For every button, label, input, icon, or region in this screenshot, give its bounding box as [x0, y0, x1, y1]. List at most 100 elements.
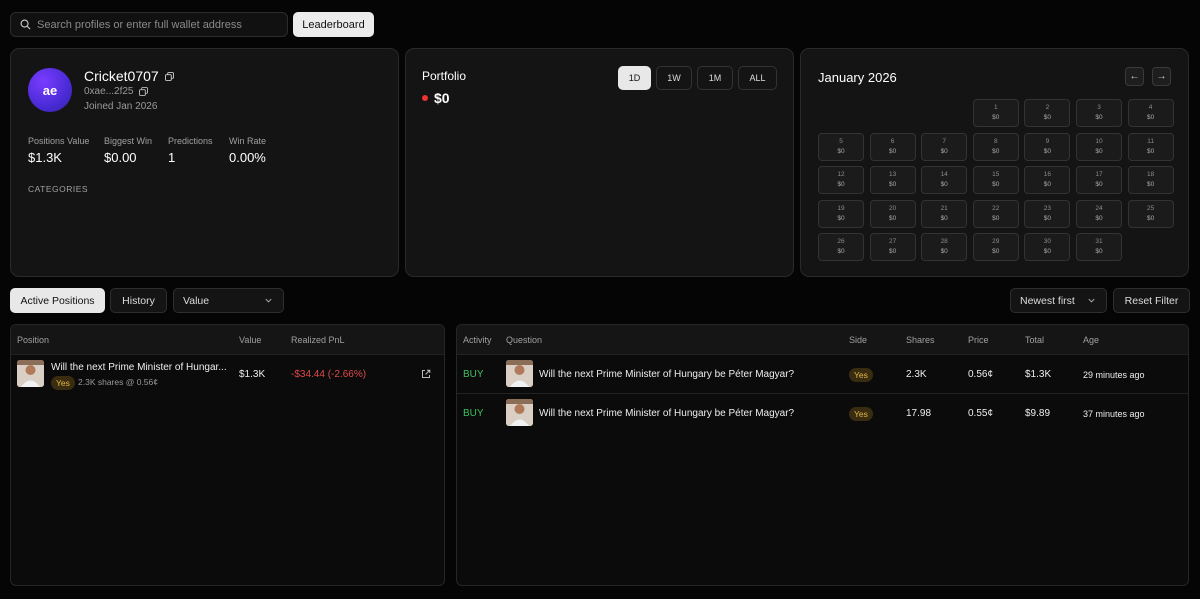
- portfolio-value: $0: [422, 90, 450, 106]
- copy-address-icon[interactable]: [139, 87, 149, 96]
- timeframe-1w[interactable]: 1W: [656, 66, 692, 90]
- stat-win-rate: Win Rate 0.00%: [229, 136, 266, 165]
- tab-history[interactable]: History: [110, 288, 167, 313]
- calendar-day[interactable]: 15 $0: [972, 166, 1019, 194]
- activity-question[interactable]: Will the next Prime Minister of Hungary …: [539, 369, 794, 380]
- calendar-day-value: $0: [837, 147, 845, 155]
- leaderboard-button[interactable]: Leaderboard: [293, 12, 374, 37]
- calendar-day-number: 18: [1146, 171, 1155, 178]
- calendar-day[interactable]: 9 $0: [1024, 132, 1071, 161]
- external-link-icon[interactable]: [421, 369, 431, 379]
- calendar-day[interactable]: 16 $0: [1024, 166, 1071, 194]
- calendar-day[interactable]: 25 $0: [1127, 199, 1174, 228]
- chevron-down-icon: [265, 298, 272, 303]
- column-header: Age: [1083, 335, 1100, 345]
- positions-table: Position Value Realized PnL Will the nex…: [10, 324, 445, 586]
- calendar-day-number: 5: [839, 137, 843, 145]
- search-bar[interactable]: [10, 12, 288, 37]
- calendar-day[interactable]: 1 $0: [972, 99, 1019, 127]
- calendar-day[interactable]: 31 $0: [1076, 233, 1122, 261]
- calendar-day[interactable]: 24 $0: [1076, 199, 1122, 228]
- calendar-day-number: 12: [837, 171, 845, 178]
- order-select[interactable]: Newest first: [1010, 288, 1107, 313]
- calendar-day[interactable]: 26 $0: [818, 233, 864, 261]
- calendar-day-number: 29: [992, 238, 1000, 245]
- categories-label: CATEGORIES: [28, 184, 89, 194]
- table-row[interactable]: BUY Will the next Prime Minister of Hung…: [457, 394, 1188, 433]
- stat-value: 1: [168, 150, 176, 165]
- timeframe-all[interactable]: ALL: [738, 66, 777, 90]
- calendar-day[interactable]: 23 $0: [1024, 199, 1071, 228]
- username: Cricket0707: [84, 68, 159, 84]
- arrow-left-icon: ←: [1129, 71, 1140, 82]
- timeframe-1d[interactable]: 1D: [618, 66, 651, 90]
- arrow-right-icon: →: [1156, 71, 1167, 82]
- calendar-day[interactable]: 21 $0: [921, 199, 968, 228]
- calendar-day[interactable]: 3 $0: [1076, 99, 1122, 127]
- calendar-day[interactable]: 14 $0: [921, 166, 968, 194]
- column-header: Activity: [463, 335, 492, 345]
- calendar-day-number: 30: [1043, 238, 1051, 245]
- activity-shares: 2.3K: [906, 369, 927, 380]
- stat-label: Win Rate: [229, 136, 267, 146]
- calendar-day[interactable]: 12 $0: [818, 166, 864, 194]
- tab-active-positions[interactable]: Active Positions: [10, 288, 105, 313]
- calendar-day[interactable]: 13 $0: [869, 166, 916, 194]
- calendar-day-value: $0: [1146, 114, 1155, 121]
- avatar: ae: [28, 68, 72, 112]
- calendar-day-value: $0: [888, 181, 897, 188]
- portfolio-card: Portfolio $0 1D 1W 1M ALL: [405, 48, 794, 277]
- column-header: Price: [968, 335, 989, 345]
- calendar-prev-button[interactable]: ←: [1125, 67, 1144, 86]
- calendar-day[interactable]: 27 $0: [869, 233, 916, 261]
- calendar-day[interactable]: 30 $0: [1024, 233, 1071, 261]
- calendar-day-number: 22: [992, 204, 1000, 212]
- calendar-day-value: $0: [1095, 214, 1103, 222]
- activity-question[interactable]: Will the next Prime Minister of Hungary …: [539, 408, 794, 419]
- calendar-day[interactable]: 6 $0: [869, 132, 916, 161]
- calendar-next-button[interactable]: →: [1152, 67, 1171, 86]
- search-input[interactable]: [37, 18, 277, 31]
- wallet-address: 0xae...2f25: [84, 86, 149, 97]
- table-row[interactable]: Will the next Prime Minister of Hungar..…: [11, 355, 444, 394]
- calendar-day-value: $0: [837, 181, 845, 188]
- calendar-day-value: $0: [1146, 181, 1155, 188]
- calendar-day[interactable]: 22 $0: [972, 199, 1019, 228]
- column-header: Side: [849, 335, 868, 345]
- side-badge: Yes: [849, 368, 873, 382]
- column-header: Realized PnL: [291, 335, 345, 345]
- calendar-day[interactable]: 17 $0: [1076, 166, 1122, 194]
- timeframe-1m[interactable]: 1M: [697, 66, 733, 90]
- order-select-value: Newest first: [1020, 294, 1075, 307]
- calendar-day-number: 26: [837, 238, 845, 245]
- calendar-day[interactable]: 11 $0: [1127, 132, 1174, 161]
- calendar-day-number: 3: [1097, 104, 1101, 111]
- calendar-day-value: $0: [1043, 114, 1051, 121]
- calendar-day[interactable]: 10 $0: [1076, 132, 1122, 161]
- calendar-day-value: $0: [992, 248, 1000, 255]
- calendar-day[interactable]: 29 $0: [972, 233, 1019, 261]
- calendar-day[interactable]: 19 $0: [818, 199, 864, 228]
- position-question: Will the next Prime Minister of Hungar..…: [51, 362, 227, 373]
- stat-label: Biggest Win: [104, 136, 153, 146]
- calendar-day-value: $0: [837, 214, 845, 222]
- calendar-day[interactable]: 5 $0: [818, 132, 864, 161]
- table-header: Activity Question Side Shares Price Tota…: [457, 325, 1188, 355]
- reset-filter-button[interactable]: Reset Filter: [1113, 288, 1190, 313]
- calendar-day[interactable]: 2 $0: [1024, 99, 1071, 127]
- calendar-day[interactable]: 8 $0: [972, 132, 1019, 161]
- table-row[interactable]: BUY Will the next Prime Minister of Hung…: [457, 355, 1188, 394]
- calendar-day-number: 4: [1148, 104, 1153, 111]
- activity-type: BUY: [463, 369, 484, 380]
- calendar-day[interactable]: 18 $0: [1127, 166, 1174, 194]
- copy-icon[interactable]: [164, 71, 174, 81]
- calendar-day[interactable]: 28 $0: [921, 233, 968, 261]
- activity-type: BUY: [463, 408, 484, 419]
- calendar-day[interactable]: 7 $0: [921, 132, 968, 161]
- sort-select[interactable]: Value: [173, 288, 284, 313]
- calendar-day-value: $0: [1146, 214, 1155, 222]
- calendar-day[interactable]: 4 $0: [1127, 99, 1174, 127]
- calendar-day[interactable]: 20 $0: [869, 199, 916, 228]
- stat-label: Positions Value: [28, 136, 90, 146]
- calendar-day-number: 28: [940, 238, 948, 245]
